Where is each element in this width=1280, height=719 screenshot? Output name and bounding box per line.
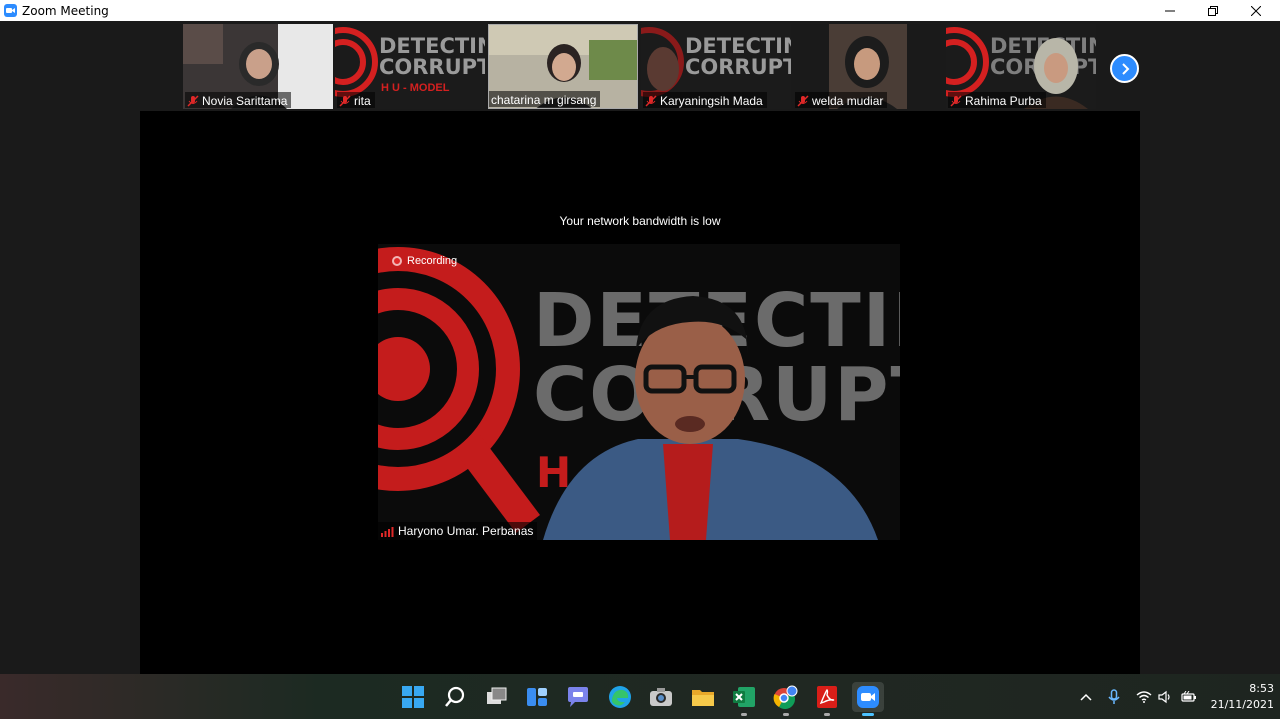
widgets-icon: [527, 688, 547, 706]
camera-app-button[interactable]: [646, 682, 676, 712]
show-hidden-icons-button[interactable]: [1080, 674, 1092, 719]
speaker-figure: H: [536, 296, 878, 540]
acrobat-button[interactable]: [812, 682, 842, 716]
minimize-icon: [1165, 10, 1175, 11]
battery-charging-icon: [1181, 690, 1196, 702]
participant-tile[interactable]: DETECTIN CORRUPT Rahima Purba: [946, 24, 1096, 109]
banner-line2: CORRUPT: [379, 55, 485, 79]
active-speaker-stage: Your network bandwidth is low DETECTIN C…: [140, 111, 1140, 674]
participant-name-label: Rahima Purba: [948, 92, 1046, 108]
pdf-icon: [817, 686, 837, 708]
battery-tray-button[interactable]: [1181, 674, 1197, 719]
muted-mic-icon: [187, 94, 199, 107]
participant-name-label: Karyaningsih Mada: [643, 92, 767, 108]
close-button[interactable]: [1236, 0, 1276, 21]
camera-icon: [650, 688, 672, 706]
speaker-name-label: Haryono Umar. Perbanas: [378, 522, 538, 540]
banner-line1: DETECTIN: [379, 34, 485, 58]
excel-icon: [733, 687, 755, 707]
recording-dot-icon: [392, 256, 402, 266]
wifi-icon: [1136, 690, 1152, 703]
participant-tile[interactable]: DETECTIN CORRUPT H U - MODEL rita: [335, 24, 485, 109]
participant-tile[interactable]: chatarina m girsang: [488, 24, 638, 109]
clock-time: 8:53: [1249, 682, 1274, 695]
window-title: Zoom Meeting: [22, 3, 109, 18]
muted-mic-icon: [645, 94, 657, 107]
chevron-right-icon: [1121, 62, 1129, 75]
speaker-video[interactable]: DETECTIN CORRUPT H Recording: [378, 244, 900, 540]
chrome-button[interactable]: [771, 682, 801, 716]
close-icon: [1251, 5, 1261, 16]
muted-mic-icon: [339, 94, 351, 107]
banner-line3: H U - MODEL: [381, 82, 450, 94]
edge-browser-button[interactable]: [605, 682, 635, 712]
microphone-icon: [1108, 688, 1120, 704]
restore-button[interactable]: [1193, 0, 1233, 21]
wifi-tray-button[interactable]: [1136, 674, 1152, 719]
start-button[interactable]: [398, 682, 428, 712]
participant-name-label: chatarina m girsang: [489, 91, 601, 107]
chevron-up-icon: [1080, 693, 1092, 701]
zoom-taskbar-button[interactable]: [852, 682, 884, 716]
muted-mic-icon: [950, 94, 962, 107]
task-view-icon: [487, 687, 507, 704]
task-view-button[interactable]: [482, 682, 512, 712]
participant-tile[interactable]: DETECTIN CORRUPT Karyaningsih Mada: [641, 24, 791, 109]
participant-tile[interactable]: Novia Sarittama: [183, 24, 333, 109]
search-icon: [445, 686, 465, 707]
participant-strip: Novia Sarittama DETECTIN CORRUPT H U - M…: [0, 24, 1280, 109]
microphone-tray-button[interactable]: [1108, 674, 1120, 719]
signal-strength-icon: [381, 526, 394, 537]
folder-icon: [692, 690, 714, 706]
edge-icon: [609, 686, 631, 708]
speaker-volume-icon: [1158, 690, 1170, 703]
zoom-app-icon: [4, 4, 17, 17]
participant-name-label: Novia Sarittama: [185, 92, 292, 108]
chat-icon: [568, 687, 588, 707]
participant-name-label: rita: [337, 92, 375, 108]
banner-line1: DETECTIN: [685, 34, 791, 58]
windows-taskbar: 8:53 21/11/2021: [0, 674, 1280, 719]
participant-name-label: welda mudiar: [795, 92, 888, 108]
muted-mic-icon: [797, 94, 809, 107]
taskbar-search-button[interactable]: [440, 682, 470, 712]
teams-chat-button[interactable]: [563, 682, 593, 712]
minimize-button[interactable]: [1150, 0, 1190, 21]
widgets-button[interactable]: [522, 682, 552, 712]
window-titlebar: Zoom Meeting: [0, 0, 1280, 21]
chrome-icon: [773, 685, 798, 709]
meeting-area: Novia Sarittama DETECTIN CORRUPT H U - M…: [0, 21, 1280, 674]
next-page-button[interactable]: [1110, 54, 1139, 83]
banner-line2: CORRUPT: [685, 55, 791, 79]
bandwidth-warning: Your network bandwidth is low: [559, 214, 721, 228]
file-explorer-button[interactable]: [688, 682, 718, 712]
system-clock[interactable]: 8:53 21/11/2021: [1204, 681, 1274, 713]
zoom-icon: [857, 686, 879, 708]
windows-logo-icon: [402, 686, 424, 708]
recording-indicator: Recording: [392, 255, 457, 267]
restore-icon: [1208, 5, 1218, 16]
participant-tile[interactable]: welda mudiar: [793, 24, 943, 109]
clock-date: 21/11/2021: [1210, 698, 1274, 711]
volume-tray-button[interactable]: [1158, 674, 1174, 719]
excel-button[interactable]: [729, 682, 759, 716]
